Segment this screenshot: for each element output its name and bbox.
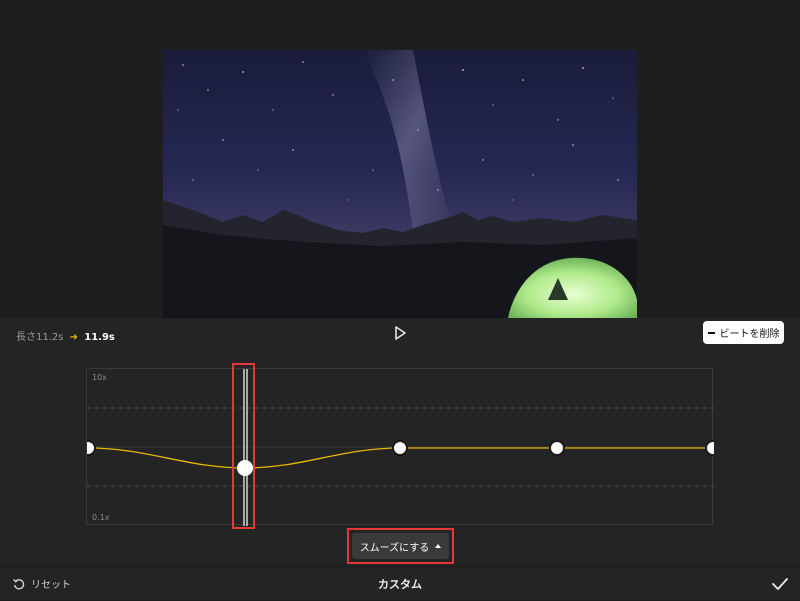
panel-title: カスタム — [378, 578, 422, 591]
speed-point-4[interactable] — [549, 440, 565, 456]
preview-scene — [163, 50, 637, 318]
remove-beat-button[interactable]: ビートを削除 — [703, 321, 784, 344]
curve-canvas — [87, 369, 714, 526]
remove-beat-label: ビートを削除 — [719, 329, 780, 340]
minus-icon — [707, 331, 715, 334]
speed-point-1[interactable] — [87, 440, 96, 456]
new-duration: 11.9s — [84, 332, 115, 343]
check-icon — [772, 578, 788, 590]
smooth-label: スムーズにする — [359, 542, 430, 554]
video-preview — [163, 50, 637, 318]
original-duration: 長さ11.2s — [16, 332, 64, 343]
play-icon — [395, 326, 406, 340]
arrow-right-icon: ➜ — [69, 332, 79, 343]
speed-point-2-selected[interactable] — [237, 460, 253, 476]
speed-point-3[interactable] — [392, 440, 408, 456]
preview-area — [0, 0, 800, 318]
speed-point-5[interactable] — [705, 440, 714, 456]
speed-curve-graph[interactable]: 10x 0.1x — [86, 368, 714, 526]
caret-up-icon — [435, 544, 442, 548]
play-button[interactable] — [390, 323, 410, 343]
duration-readout: 長さ11.2s ➜ 11.9s — [16, 328, 115, 343]
smooth-button[interactable]: スムーズにする — [352, 533, 449, 559]
confirm-button[interactable] — [770, 574, 790, 594]
